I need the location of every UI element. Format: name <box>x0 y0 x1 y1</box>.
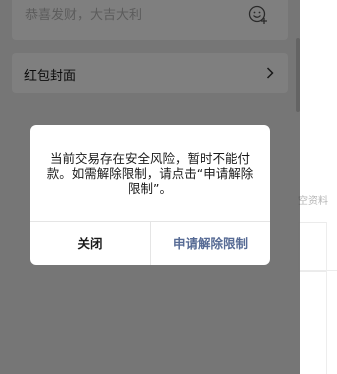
close-button[interactable]: 关闭 <box>30 222 150 265</box>
dialog-message: 当前交易存在安全风险，暂时不能付款。如需解除限制，请点击“申请解除限制”。 <box>46 151 254 196</box>
background-divider <box>300 270 337 271</box>
background-partial-text: 空资料 <box>298 196 328 207</box>
background-page-right: 空资料 <box>298 0 337 374</box>
risk-alert-dialog: 当前交易存在安全风险，暂时不能付款。如需解除限制，请点击“申请解除限制”。 关闭… <box>30 125 270 265</box>
background-box <box>298 222 327 272</box>
background-line <box>326 222 327 374</box>
request-unlock-button[interactable]: 申请解除限制 <box>151 222 270 265</box>
